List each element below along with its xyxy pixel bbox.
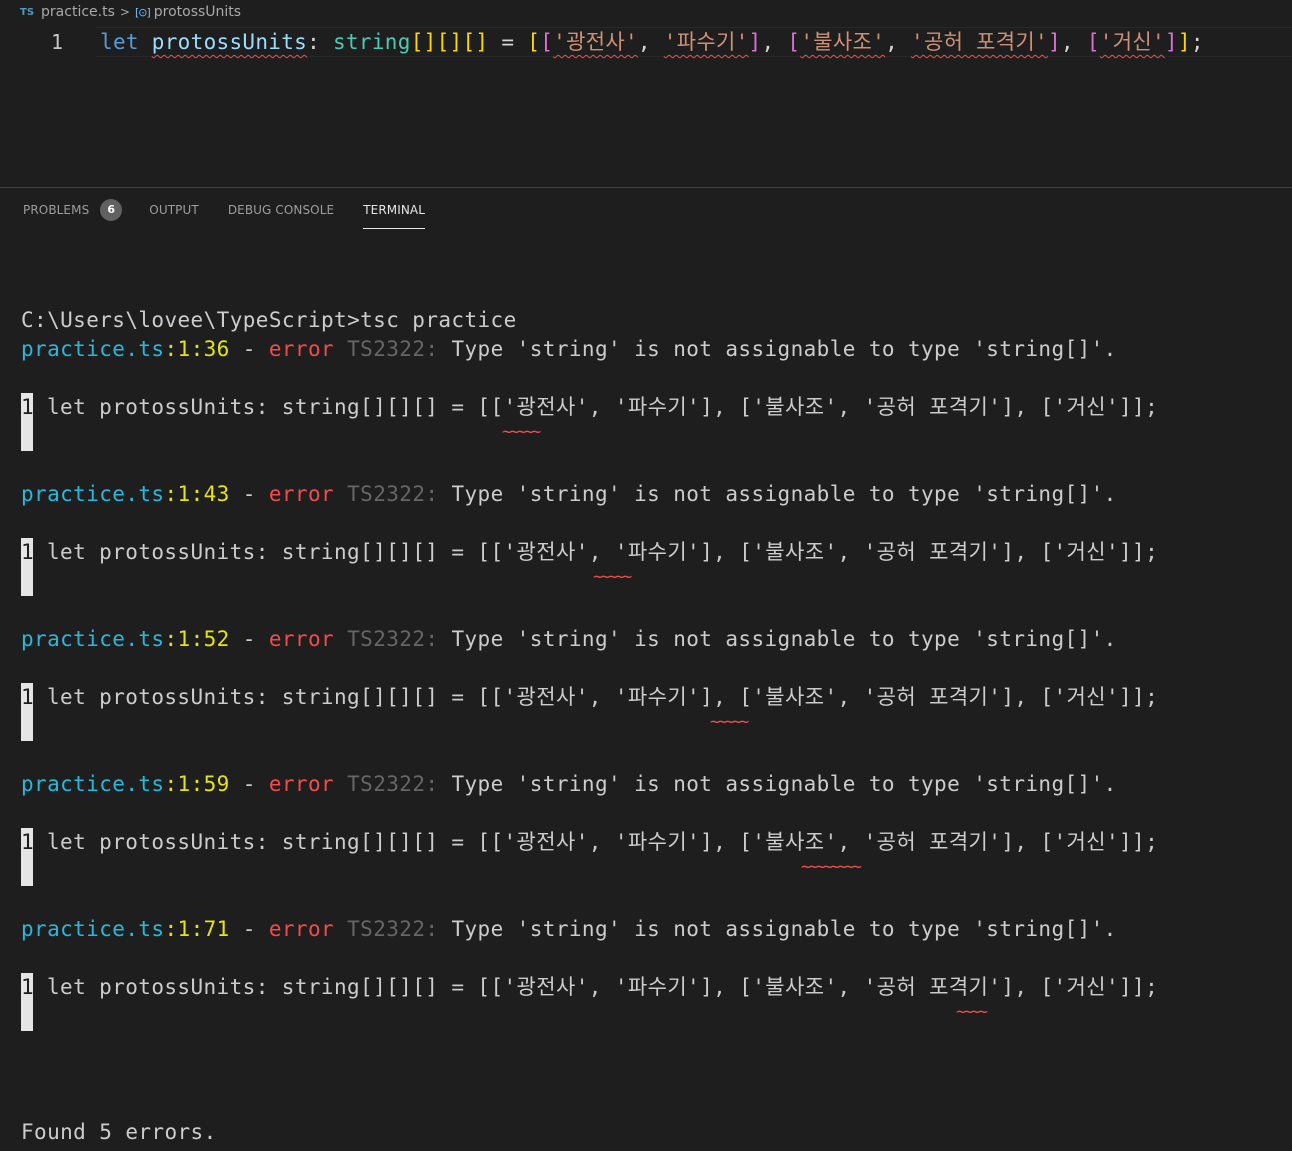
error-level: error xyxy=(268,772,335,796)
error-location: :1:36 xyxy=(164,337,230,361)
error-source-line-number: 1 xyxy=(21,973,34,1031)
token-string-2: '파수기' xyxy=(663,30,749,54)
error-level: error xyxy=(268,917,335,941)
token-string-5: '거신' xyxy=(1099,30,1165,54)
error-message: Type 'string' is not assignable to type … xyxy=(451,917,1117,941)
token-array-brackets: [][][] xyxy=(410,30,489,54)
error-source-text: let protossUnits: string[][][] = [['광전사'… xyxy=(47,540,1159,564)
error-block: practice.ts:1:36 - error TS2322: Type 's… xyxy=(21,335,1286,480)
token-let: let xyxy=(100,30,139,54)
error-block: practice.ts:1:71 - error TS2322: Type 's… xyxy=(21,915,1286,1060)
breadcrumb-symbol[interactable]: protossUnits xyxy=(154,4,241,20)
error-file[interactable]: practice.ts xyxy=(21,772,164,796)
error-message: Type 'string' is not assignable to type … xyxy=(451,482,1117,506)
token-equals: = xyxy=(501,30,515,54)
error-source-text: let protossUnits: string[][][] = [['광전사'… xyxy=(47,395,1159,419)
error-source-text: let protossUnits: string[][][] = [['광전사'… xyxy=(47,975,1159,999)
tab-output[interactable]: OUTPUT xyxy=(149,188,199,232)
tab-problems[interactable]: PROBLEMS 6 xyxy=(23,188,123,232)
editor-area[interactable]: TS practice.ts > [⊙] protossUnits 1 let … xyxy=(0,0,1292,187)
error-source-text: let protossUnits: string[][][] = [['광전사'… xyxy=(47,685,1159,709)
terminal-output[interactable]: C:\Users\lovee\TypeScript>tsc practice p… xyxy=(21,306,1286,1147)
error-block: practice.ts:1:43 - error TS2322: Type 's… xyxy=(21,480,1286,625)
error-code: TS2322: xyxy=(347,337,439,361)
error-file[interactable]: practice.ts xyxy=(21,337,164,361)
error-code: TS2322: xyxy=(347,917,439,941)
error-dash: - xyxy=(229,772,269,796)
error-level: error xyxy=(268,482,335,506)
error-file[interactable]: practice.ts xyxy=(21,627,164,651)
error-header: practice.ts:1:59 - error TS2322: Type 's… xyxy=(21,770,1286,799)
error-block: practice.ts:1:52 - error TS2322: Type 's… xyxy=(21,625,1286,770)
error-location: :1:43 xyxy=(164,482,230,506)
token-string-3: '불사조' xyxy=(800,30,886,54)
token-colon: : xyxy=(307,30,321,54)
error-squiggle: ~~~~ xyxy=(956,1002,988,1022)
bottom-panel: PROBLEMS 6 OUTPUT DEBUG CONSOLE TERMINAL… xyxy=(0,187,1292,1151)
breadcrumb-file[interactable]: practice.ts xyxy=(41,4,115,20)
error-dash: - xyxy=(229,627,269,651)
error-source-line: 1 let protossUnits: string[][][] = [['광전사… xyxy=(21,828,1286,886)
error-source-line: 1 let protossUnits: string[][][] = [['광전사… xyxy=(21,538,1286,596)
error-header: practice.ts:1:43 - error TS2322: Type 's… xyxy=(21,480,1286,509)
error-source-line-number: 1 xyxy=(21,538,34,596)
variable-symbol-icon: [⊙] xyxy=(134,5,151,19)
error-location: :1:71 xyxy=(164,917,230,941)
error-level: error xyxy=(268,627,335,651)
tab-debug-console[interactable]: DEBUG CONSOLE xyxy=(228,188,334,232)
token-string-1: '광전사' xyxy=(553,30,638,54)
error-message: Type 'string' is not assignable to type … xyxy=(451,627,1117,651)
error-dash: - xyxy=(229,917,269,941)
error-code: TS2322: xyxy=(347,482,439,506)
code-line[interactable]: 1 let protossUnits: string[][][] = [['광전… xyxy=(0,27,1292,57)
code-text[interactable]: let protossUnits: string[][][] = [['광전사'… xyxy=(100,27,1204,57)
breadcrumb: TS practice.ts > [⊙] protossUnits xyxy=(0,0,1292,24)
error-file[interactable]: practice.ts xyxy=(21,917,164,941)
error-dash: - xyxy=(229,482,269,506)
panel-tabs: PROBLEMS 6 OUTPUT DEBUG CONSOLE TERMINAL xyxy=(0,188,1292,232)
terminal-summary: Found 5 errors. xyxy=(21,1120,217,1144)
error-message: Type 'string' is not assignable to type … xyxy=(451,772,1117,796)
error-source-line: 1 let protossUnits: string[][][] = [['광전사… xyxy=(21,683,1286,741)
error-source-line-number: 1 xyxy=(21,828,34,886)
error-code: TS2322: xyxy=(347,772,439,796)
error-squiggle: ~~~~~ xyxy=(593,567,632,587)
error-location: :1:52 xyxy=(164,627,230,651)
error-header: practice.ts:1:36 - error TS2322: Type 's… xyxy=(21,335,1286,364)
error-source-line-number: 1 xyxy=(21,393,34,451)
error-header: practice.ts:1:52 - error TS2322: Type 's… xyxy=(21,625,1286,654)
terminal-prompt: C:\Users\lovee\TypeScript>tsc practice xyxy=(21,308,517,332)
token-variable-name: protossUnits xyxy=(151,30,308,54)
error-squiggle: ~~~~~ xyxy=(502,422,541,442)
error-source-text: let protossUnits: string[][][] = [['광전사'… xyxy=(47,830,1159,854)
error-source-line: 1 let protossUnits: string[][][] = [['광전사… xyxy=(21,973,1286,1031)
tab-terminal[interactable]: TERMINAL xyxy=(363,188,425,232)
error-source-line-number: 1 xyxy=(21,683,34,741)
error-code: TS2322: xyxy=(347,627,439,651)
error-source-line: 1 let protossUnits: string[][][] = [['광전사… xyxy=(21,393,1286,451)
error-location: :1:59 xyxy=(164,772,230,796)
token-semicolon: ; xyxy=(1190,30,1204,54)
error-level: error xyxy=(268,337,335,361)
error-file[interactable]: practice.ts xyxy=(21,482,164,506)
token-string-4: '공허 포격기' xyxy=(911,30,1048,54)
error-header: practice.ts:1:71 - error TS2322: Type 's… xyxy=(21,915,1286,944)
typescript-file-icon: TS xyxy=(20,6,35,18)
error-message: Type 'string' is not assignable to type … xyxy=(451,337,1117,361)
token-type: string xyxy=(333,30,411,54)
error-squiggle: ~~~~~~~~ xyxy=(801,857,862,877)
line-number: 1 xyxy=(50,30,64,54)
error-block: practice.ts:1:59 - error TS2322: Type 's… xyxy=(21,770,1286,915)
error-dash: - xyxy=(229,337,269,361)
chevron-right-icon: > xyxy=(119,5,130,19)
problems-count-badge: 6 xyxy=(100,199,123,221)
error-squiggle: ~~~~~ xyxy=(710,712,749,732)
